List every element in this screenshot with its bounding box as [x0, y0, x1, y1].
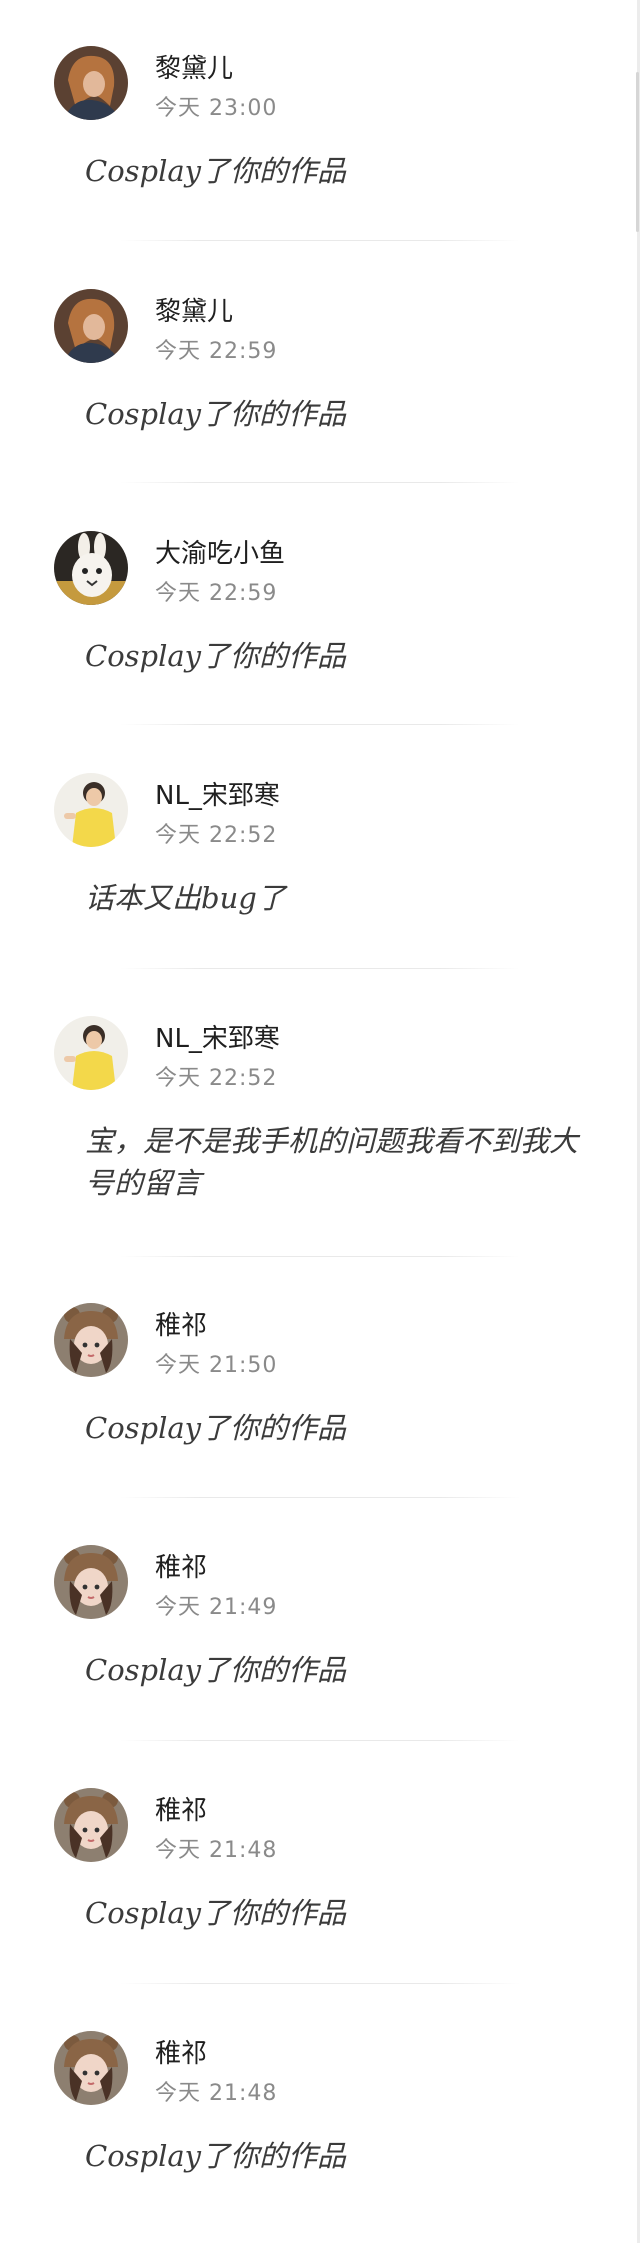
comment-text: Cosplay了你的作品	[85, 1653, 347, 1687]
commenter-name[interactable]: 稚祁	[155, 2039, 207, 2069]
item-divider	[120, 1740, 520, 1741]
item-divider	[120, 240, 520, 241]
avatar-boy-yellow-shirt[interactable]	[54, 1016, 128, 1090]
item-divider	[120, 1983, 520, 1984]
avatar-girl-bear-hat[interactable]	[54, 1788, 128, 1862]
comment-item[interactable]: 稚祁今天 21:48 Cosplay了你的作品	[0, 2031, 637, 2221]
comment-timestamp: 今天 23:00	[155, 96, 278, 121]
commenter-name[interactable]: 稚祁	[155, 1553, 207, 1583]
avatar-girl-bear-hat[interactable]	[54, 1545, 128, 1619]
commenter-name[interactable]: 大渝吃小鱼	[155, 539, 285, 569]
commenter-name[interactable]: 黎黛儿	[155, 297, 233, 327]
avatar-girl-brown-hair[interactable]	[54, 289, 128, 363]
avatar-girl-bear-hat[interactable]	[54, 2031, 128, 2105]
comment-item[interactable]: 稚祁今天 21:48 Cosplay了你的作品	[0, 1788, 637, 1978]
comment-timestamp: 今天 21:48	[155, 2081, 278, 2106]
comment-text: Cosplay了你的作品	[85, 154, 347, 188]
comment-timestamp: 今天 22:52	[155, 823, 278, 848]
commenter-name[interactable]: NL_宋郅寒	[155, 1024, 280, 1054]
comment-timestamp: 今天 22:59	[155, 581, 278, 606]
item-divider	[120, 1256, 520, 1257]
comment-item[interactable]: 黎黛儿今天 22:59 Cosplay了你的作品	[0, 289, 637, 479]
avatar-boy-yellow-shirt[interactable]	[54, 773, 128, 847]
comment-item[interactable]: 稚祁今天 21:49 Cosplay了你的作品	[0, 1545, 637, 1735]
commenter-name[interactable]: NL_宋郅寒	[155, 781, 280, 811]
comment-timestamp: 今天 21:49	[155, 1595, 278, 1620]
comment-text: Cosplay了你的作品	[85, 2139, 347, 2173]
comment-item[interactable]: 大渝吃小鱼今天 22:59 Cosplay了你的作品	[0, 531, 637, 721]
comment-timestamp: 今天 22:59	[155, 339, 278, 364]
comment-timestamp: 今天 22:52	[155, 1066, 278, 1091]
comment-item[interactable]: NL_宋郅寒今天 22:52 话本又出bug了	[0, 773, 637, 963]
comment-text: Cosplay了你的作品	[85, 397, 347, 431]
comment-item[interactable]: 稚祁今天 21:50 Cosplay了你的作品	[0, 1303, 637, 1493]
item-divider	[120, 968, 520, 969]
item-divider	[120, 482, 520, 483]
comment-text: 话本又出bug了	[85, 881, 286, 915]
item-divider	[120, 1497, 520, 1498]
avatar-girl-brown-hair[interactable]	[54, 46, 128, 120]
comment-text: Cosplay了你的作品	[85, 639, 347, 673]
comment-text: Cosplay了你的作品	[85, 1411, 347, 1445]
item-divider	[120, 724, 520, 725]
comment-timestamp: 今天 21:48	[155, 1838, 278, 1863]
commenter-name[interactable]: 稚祁	[155, 1311, 207, 1341]
comment-item[interactable]: 黎黛儿今天 23:00 Cosplay了你的作品	[0, 46, 637, 236]
comment-text: 宝，是不是我手机的问题我看不到我大号的留言	[85, 1124, 579, 1200]
avatar-rabbit[interactable]	[54, 531, 128, 605]
commenter-name[interactable]: 稚祁	[155, 1796, 207, 1826]
avatar-girl-bear-hat[interactable]	[54, 1303, 128, 1377]
commenter-name[interactable]: 黎黛儿	[155, 54, 233, 84]
comment-timestamp: 今天 21:50	[155, 1353, 278, 1378]
comment-item[interactable]: NL_宋郅寒今天 22:52 宝，是不是我手机的问题我看不到我大号的留言	[0, 1016, 637, 1256]
comment-text: Cosplay了你的作品	[85, 1896, 347, 1930]
